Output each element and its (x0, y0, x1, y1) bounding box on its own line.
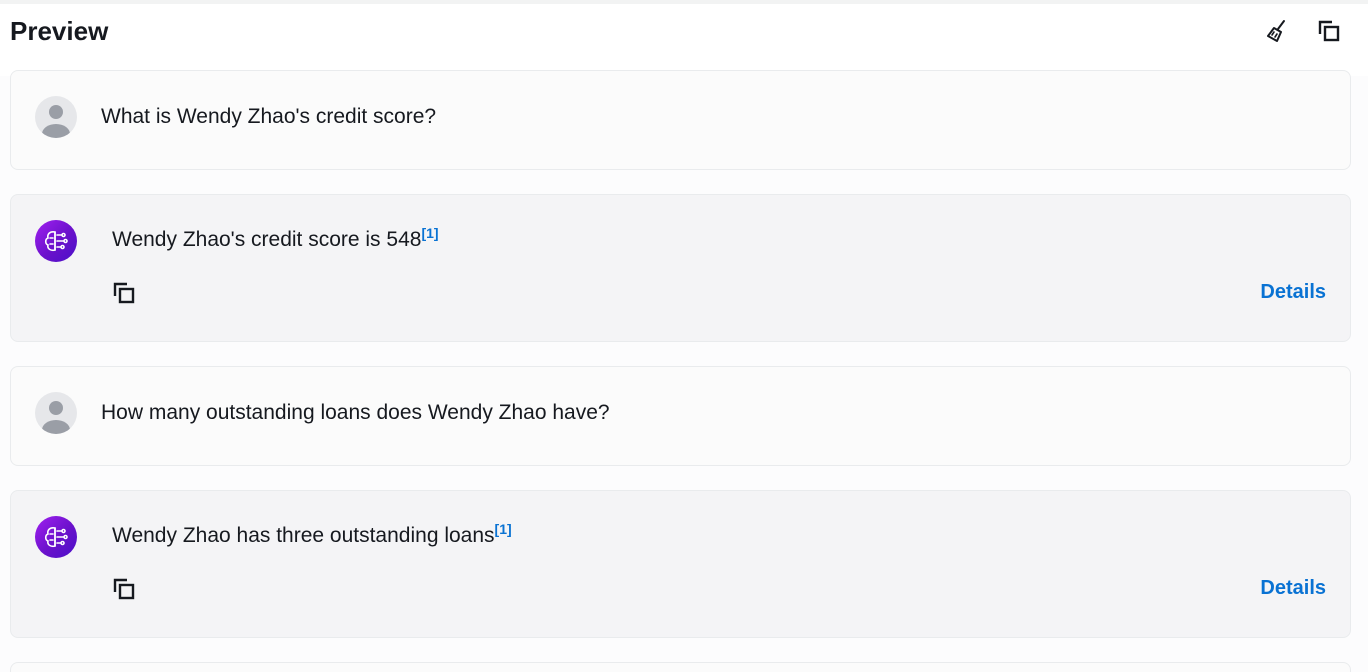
preview-header: Preview (0, 0, 1368, 76)
copy-icon (1318, 20, 1340, 42)
user-message-card: How many outstanding loans does Wendy Zh… (10, 366, 1351, 466)
assistant-message-card: Wendy Zhao's credit score is 548[1] Deta… (10, 194, 1351, 342)
copy-response-button[interactable] (109, 574, 139, 604)
user-avatar (35, 96, 77, 138)
details-link[interactable]: Details (1260, 577, 1326, 600)
broom-icon (1267, 20, 1285, 42)
user-message-card: What is Wendy Zhao's credit score? (10, 70, 1351, 170)
copy-conversation-button[interactable] (1314, 16, 1344, 46)
user-message-text: What is Wendy Zhao's credit score? (101, 105, 437, 128)
copy-icon (113, 578, 135, 600)
details-link[interactable]: Details (1260, 281, 1326, 304)
clear-conversation-button[interactable] (1262, 16, 1292, 46)
brain-circuit-icon (44, 231, 68, 252)
assistant-answer: Wendy Zhao's credit score is 548 (112, 228, 422, 251)
copy-icon (113, 282, 135, 304)
assistant-answer: Wendy Zhao has three outstanding loans (112, 524, 495, 547)
page-title: Preview (10, 16, 109, 46)
citation-link[interactable]: [1] (495, 521, 512, 537)
citation-link[interactable]: [1] (421, 225, 438, 241)
assistant-avatar (35, 516, 77, 558)
user-message-card (10, 662, 1351, 672)
assistant-message-card: Wendy Zhao has three outstanding loans[1… (10, 490, 1351, 638)
user-message-text: How many outstanding loans does Wendy Zh… (101, 401, 610, 424)
copy-response-button[interactable] (109, 278, 139, 308)
brain-circuit-icon (44, 527, 68, 548)
assistant-avatar (35, 220, 77, 262)
user-avatar (35, 392, 77, 434)
user-avatar-icon (42, 105, 70, 138)
assistant-message-text: Wendy Zhao's credit score is 548[1] (112, 225, 439, 252)
user-avatar-icon (42, 401, 70, 434)
assistant-message-text: Wendy Zhao has three outstanding loans[1… (112, 521, 512, 548)
